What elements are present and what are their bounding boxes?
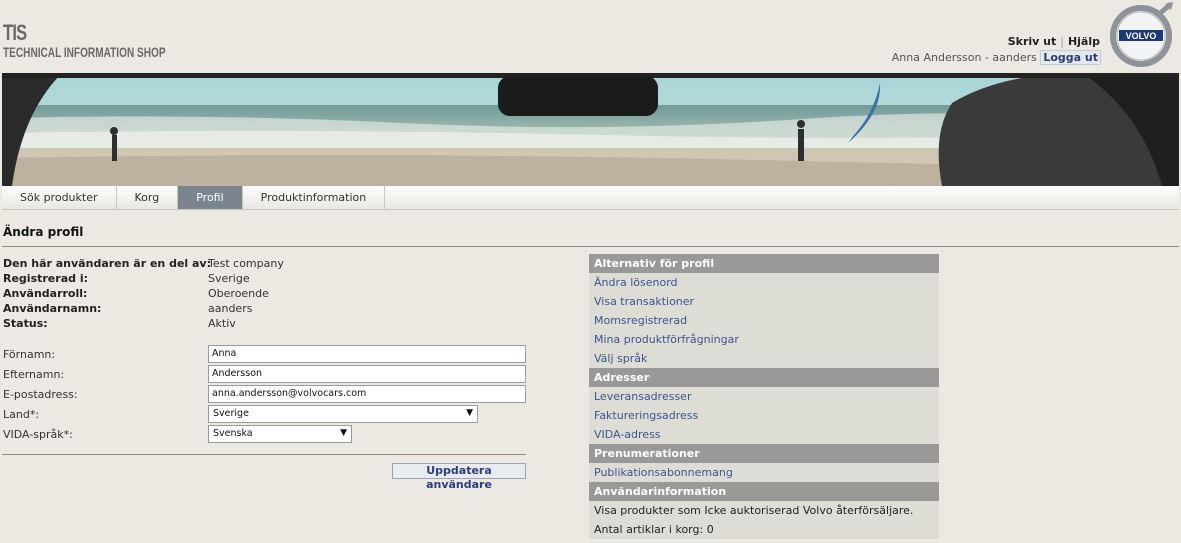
show-transactions-link[interactable]: Visa transaktioner: [589, 292, 939, 311]
change-password-link[interactable]: Ändra lösenord: [589, 273, 939, 292]
vida-lang-label: VIDA-språk*:: [3, 428, 73, 441]
delivery-addresses-link[interactable]: Leveransadresser: [589, 387, 939, 406]
country-value: Sverige: [213, 408, 249, 419]
print-link[interactable]: Skriv ut: [1008, 35, 1057, 48]
vat-registered-link[interactable]: Momsregistrerad: [589, 311, 939, 330]
lastname-field[interactable]: Andersson: [208, 365, 526, 383]
cart-count-text: Antal artiklar i korg: 0: [594, 523, 714, 536]
brand: TIS TECHNICAL INFORMATION SHOP: [3, 20, 229, 61]
info-label: Användarnamn:: [3, 302, 102, 315]
divider: [2, 454, 526, 455]
vida-lang-select[interactable]: Svenska ▼: [208, 425, 352, 443]
dropdown-arrow-icon: ▼: [340, 428, 347, 438]
tab-sok-produkter[interactable]: Sök produkter: [2, 186, 117, 209]
divider: [2, 246, 1179, 247]
info-row: Status: Aktiv: [3, 316, 284, 331]
main-tabs: Sök produkter Korg Profil Produktinforma…: [2, 186, 1179, 210]
hero-banner: [2, 73, 1179, 186]
user-info: Den här användaren är en del av:Test com…: [3, 256, 284, 331]
user-info-text: Visa produkter som Icke auktoriserad Vol…: [594, 504, 914, 517]
info-label: Användarroll:: [3, 287, 88, 300]
form-row: Land*: Sverige ▼: [3, 405, 533, 425]
publication-subscription-link[interactable]: Publikationsabonnemang: [589, 463, 939, 482]
volvo-logo: VOLVO: [1110, 2, 1173, 67]
profile-form: Förnamn: Anna Efternamn: Andersson E-pos…: [3, 345, 533, 445]
info-value: Aktiv: [208, 317, 236, 330]
tab-produktinformation[interactable]: Produktinformation: [243, 186, 386, 209]
country-select[interactable]: Sverige ▼: [208, 405, 478, 423]
info-row: Användarnamn: aanders: [3, 301, 284, 316]
vida-lang-value: Svenska: [213, 428, 253, 439]
user-information-header: Användarinformation: [589, 482, 939, 501]
profile-sidebar: Alternativ för profil Ändra lösenord Vis…: [589, 254, 939, 539]
email-label: E-postadress:: [3, 388, 78, 401]
brand-full: TECHNICAL INFORMATION SHOP: [3, 44, 166, 60]
tab-profil[interactable]: Profil: [178, 186, 243, 209]
top-links: Skriv ut | Hjälp: [1008, 35, 1100, 48]
info-value: Test company: [208, 257, 284, 270]
dropdown-arrow-icon: ▼: [466, 408, 473, 418]
subscriptions-header: Prenumerationer: [589, 444, 939, 463]
form-row: E-postadress: anna.andersson@volvocars.c…: [3, 385, 533, 405]
form-row: Förnamn: Anna: [3, 345, 533, 365]
user-name: Anna Andersson - aanders: [891, 51, 1037, 64]
help-link[interactable]: Hjälp: [1068, 35, 1100, 48]
firstname-label: Förnamn:: [3, 348, 56, 361]
product-requests-link[interactable]: Mina produktförfrågningar: [589, 330, 939, 349]
info-label: Den här användaren är en del av:: [3, 257, 212, 270]
form-row: VIDA-språk*: Svenska ▼: [3, 425, 533, 445]
tab-korg[interactable]: Korg: [117, 186, 179, 209]
logo-text: VOLVO: [1126, 31, 1157, 41]
separator: |: [1060, 35, 1064, 48]
update-user-button[interactable]: Uppdatera användare: [392, 463, 526, 491]
logout-link[interactable]: Logga ut: [1040, 50, 1101, 65]
billing-address-link[interactable]: Faktureringsadress: [589, 406, 939, 425]
lastname-label: Efternamn:: [3, 368, 65, 381]
addresses-header: Adresser: [589, 368, 939, 387]
info-row: Registrerad i: Sverige: [3, 271, 284, 286]
page-title: Ändra profil: [3, 225, 84, 239]
user-line: Anna Andersson - aanders Logga ut: [891, 50, 1101, 65]
info-value: Oberoende: [208, 287, 269, 300]
info-value: Sverige: [208, 272, 250, 285]
email-field[interactable]: anna.andersson@volvocars.com: [208, 385, 526, 403]
brand-short: TIS: [3, 20, 27, 45]
vida-address-link[interactable]: VIDA-adress: [589, 425, 939, 444]
country-label: Land*:: [3, 408, 40, 421]
choose-language-link[interactable]: Välj språk: [589, 349, 939, 368]
info-label: Registrerad i:: [3, 272, 88, 285]
info-row: Den här användaren är en del av:Test com…: [3, 256, 284, 271]
info-value: aanders: [208, 302, 253, 315]
info-label: Status:: [3, 317, 48, 330]
info-row: Användarroll: Oberoende: [3, 286, 284, 301]
form-row: Efternamn: Andersson: [3, 365, 533, 385]
profile-options-header: Alternativ för profil: [589, 254, 939, 273]
firstname-field[interactable]: Anna: [208, 345, 526, 363]
